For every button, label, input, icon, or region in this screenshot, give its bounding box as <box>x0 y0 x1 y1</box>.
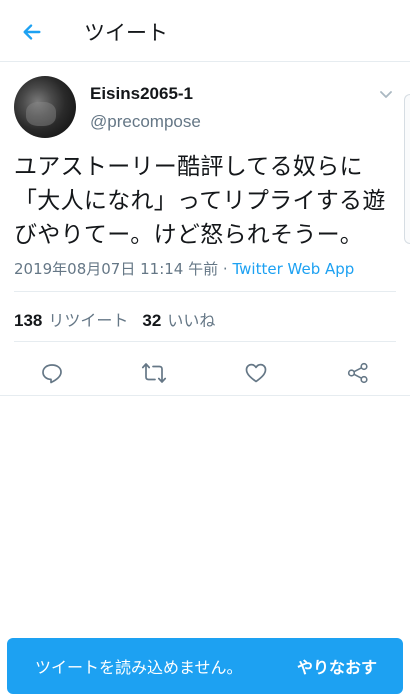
tweet-text-line: びやりてー。けど怒られそうー。 <box>14 222 364 248</box>
divider <box>14 341 396 342</box>
divider <box>14 291 396 292</box>
display-name[interactable]: Eisins2065-1 <box>90 84 193 104</box>
retweets-label: リツイート <box>48 311 129 330</box>
source-link[interactable]: Twitter Web App <box>232 260 354 278</box>
share-icon <box>347 362 368 384</box>
tweet-actions <box>0 352 410 396</box>
tweet-stats: 138 リツイート 32 いいね <box>14 307 215 331</box>
meta-separator: · <box>222 260 228 278</box>
reply-icon <box>42 364 62 384</box>
likes-label: いいね <box>167 311 216 330</box>
back-button[interactable] <box>14 14 50 50</box>
heart-icon <box>245 363 267 383</box>
likes-count: 32 <box>142 311 162 330</box>
retweet-button[interactable] <box>139 358 169 388</box>
avatar[interactable] <box>14 76 76 138</box>
username[interactable]: @precompose <box>90 112 201 132</box>
chevron-down-icon <box>380 91 392 98</box>
like-button[interactable] <box>241 358 271 388</box>
timestamp: 2019年08月07日 11:14 午前 <box>14 260 219 278</box>
app-header: ツイート <box>0 0 410 62</box>
section-divider <box>0 395 410 396</box>
retweets-stat[interactable]: 138 リツイート <box>14 311 128 330</box>
tweet-text-line: 「大人になれ」ってリプライする遊 <box>14 188 386 214</box>
share-button[interactable] <box>343 358 373 388</box>
likes-stat[interactable]: 32 いいね <box>142 311 215 330</box>
back-arrow-icon <box>23 24 41 40</box>
toast-message: ツイートを読み込めません。 <box>35 658 243 677</box>
retweets-count: 138 <box>14 311 43 330</box>
error-toast: ツイートを読み込めません。 やりなおす <box>7 638 403 694</box>
tweet-menu-button[interactable] <box>376 84 396 104</box>
tweet-text-line: ユアストーリー酷評してる奴らに <box>14 154 363 180</box>
retweet-icon <box>141 363 167 383</box>
side-edge-tab[interactable] <box>404 94 410 244</box>
reply-button[interactable] <box>37 358 67 388</box>
tweet-meta: 2019年08月07日 11:14 午前 · Twitter Web App <box>14 258 354 279</box>
retry-button[interactable]: やりなおす <box>297 654 377 678</box>
tweet-text: ユアストーリー酷評してる奴らに 「大人になれ」ってリプライする遊 びやりてー。け… <box>14 150 404 252</box>
page-title: ツイート <box>84 21 168 45</box>
